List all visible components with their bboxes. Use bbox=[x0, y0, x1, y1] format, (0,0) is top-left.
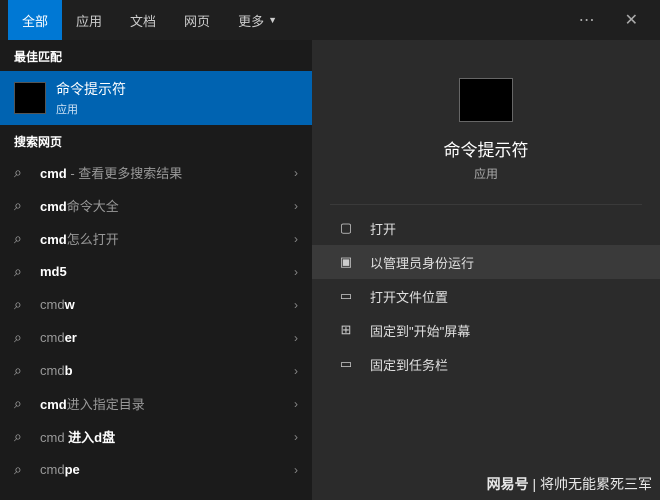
best-match-title: 命令提示符 bbox=[56, 79, 126, 99]
cmd-icon bbox=[14, 82, 46, 114]
search-icon: ⌕ bbox=[14, 395, 30, 412]
chevron-right-icon: › bbox=[294, 331, 298, 345]
action-label: 固定到"开始"屏幕 bbox=[370, 321, 470, 340]
search-icon: ⌕ bbox=[14, 329, 30, 346]
search-icon: ⌕ bbox=[14, 428, 30, 445]
open-icon: ▢ bbox=[336, 220, 356, 236]
chevron-down-icon: ▼ bbox=[268, 15, 277, 25]
search-icon: ⌕ bbox=[14, 296, 30, 313]
best-match-header: 最佳匹配 bbox=[0, 40, 312, 71]
web-search-item[interactable]: ⌕ md5› bbox=[0, 255, 312, 288]
web-search-item[interactable]: ⌕ cmd怎么打开› bbox=[0, 222, 312, 255]
web-search-item[interactable]: ⌕ cmd进入指定目录› bbox=[0, 387, 312, 420]
web-search-item[interactable]: ⌕ cmd命令大全› bbox=[0, 189, 312, 222]
tab-docs[interactable]: 文档 bbox=[116, 0, 170, 40]
web-item-label: cmd怎么打开 bbox=[40, 229, 294, 248]
chevron-right-icon: › bbox=[294, 397, 298, 411]
web-item-label: cmd 进入d盘 bbox=[40, 427, 294, 446]
results-panel: 最佳匹配 命令提示符 应用 搜索网页 ⌕cmd - 查看更多搜索结果›⌕cmd命… bbox=[0, 40, 312, 500]
close-button[interactable]: ✕ bbox=[611, 10, 652, 30]
chevron-right-icon: › bbox=[294, 166, 298, 180]
chevron-right-icon: › bbox=[294, 463, 298, 477]
action-pin-taskbar[interactable]: ▭ 固定到任务栏 bbox=[312, 347, 660, 381]
chevron-right-icon: › bbox=[294, 430, 298, 444]
tab-more[interactable]: 更多 ▼ bbox=[224, 0, 291, 40]
web-search-item[interactable]: ⌕ cmdw› bbox=[0, 288, 312, 321]
action-open-location[interactable]: ▭ 打开文件位置 bbox=[312, 279, 660, 313]
more-options-button[interactable]: ⋯ bbox=[565, 10, 611, 30]
web-item-label: cmd进入指定目录 bbox=[40, 394, 294, 413]
search-icon: ⌕ bbox=[14, 164, 30, 181]
web-search-item[interactable]: ⌕ cmdpe› bbox=[0, 453, 312, 486]
web-search-item[interactable]: ⌕ cmd - 查看更多搜索结果› bbox=[0, 156, 312, 189]
chevron-right-icon: › bbox=[294, 199, 298, 213]
search-icon: ⌕ bbox=[14, 263, 30, 280]
chevron-right-icon: › bbox=[294, 232, 298, 246]
action-label: 固定到任务栏 bbox=[370, 355, 448, 374]
web-search-item[interactable]: ⌕ cmder› bbox=[0, 321, 312, 354]
preview-panel: 命令提示符 应用 ▢ 打开 ▣ 以管理员身份运行 ▭ 打开文件位置 ⊞ 固定到"… bbox=[312, 40, 660, 500]
web-search-item[interactable]: ⌕ cmdb› bbox=[0, 354, 312, 387]
action-run-as-admin[interactable]: ▣ 以管理员身份运行 bbox=[312, 245, 660, 279]
tab-web[interactable]: 网页 bbox=[170, 0, 224, 40]
search-icon: ⌕ bbox=[14, 461, 30, 478]
action-pin-start[interactable]: ⊞ 固定到"开始"屏幕 bbox=[312, 313, 660, 347]
watermark: 网易号 | 将帅无能累死三军 bbox=[487, 474, 652, 494]
preview-subtitle: 应用 bbox=[474, 165, 498, 182]
preview-title: 命令提示符 bbox=[444, 136, 529, 161]
web-item-label: cmdpe bbox=[40, 462, 294, 477]
search-web-header: 搜索网页 bbox=[0, 125, 312, 156]
search-icon: ⌕ bbox=[14, 230, 30, 247]
web-search-list: ⌕cmd - 查看更多搜索结果›⌕cmd命令大全›⌕cmd怎么打开›⌕md5›⌕… bbox=[0, 156, 312, 486]
cmd-icon bbox=[459, 78, 513, 122]
best-match-item[interactable]: 命令提示符 应用 bbox=[0, 71, 312, 125]
web-item-label: cmdw bbox=[40, 297, 294, 312]
web-search-item[interactable]: ⌕ cmd 进入d盘› bbox=[0, 420, 312, 453]
action-label: 打开文件位置 bbox=[370, 287, 448, 306]
action-label: 打开 bbox=[370, 219, 396, 238]
tab-all[interactable]: 全部 bbox=[8, 0, 62, 40]
best-match-subtitle: 应用 bbox=[56, 101, 126, 117]
folder-icon: ▭ bbox=[336, 288, 356, 304]
web-item-label: cmdb bbox=[40, 363, 294, 378]
chevron-right-icon: › bbox=[294, 298, 298, 312]
pin-taskbar-icon: ▭ bbox=[336, 356, 356, 372]
chevron-right-icon: › bbox=[294, 265, 298, 279]
web-item-label: cmd - 查看更多搜索结果 bbox=[40, 163, 294, 182]
action-list: ▢ 打开 ▣ 以管理员身份运行 ▭ 打开文件位置 ⊞ 固定到"开始"屏幕 ▭ 固… bbox=[312, 211, 660, 381]
pin-start-icon: ⊞ bbox=[336, 322, 356, 338]
action-open[interactable]: ▢ 打开 bbox=[312, 211, 660, 245]
watermark-logo: 网易号 bbox=[487, 476, 529, 492]
filter-tabs: 全部 应用 文档 网页 更多 ▼ ⋯ ✕ bbox=[0, 0, 660, 40]
chevron-right-icon: › bbox=[294, 364, 298, 378]
web-item-label: md5 bbox=[40, 264, 294, 279]
tab-apps[interactable]: 应用 bbox=[62, 0, 116, 40]
action-label: 以管理员身份运行 bbox=[370, 253, 474, 272]
search-icon: ⌕ bbox=[14, 197, 30, 214]
web-item-label: cmd命令大全 bbox=[40, 196, 294, 215]
web-item-label: cmder bbox=[40, 330, 294, 345]
search-icon: ⌕ bbox=[14, 362, 30, 379]
watermark-author: 将帅无能累死三军 bbox=[540, 476, 652, 492]
divider bbox=[330, 204, 642, 205]
admin-icon: ▣ bbox=[336, 254, 356, 270]
tab-more-label: 更多 bbox=[238, 11, 264, 30]
